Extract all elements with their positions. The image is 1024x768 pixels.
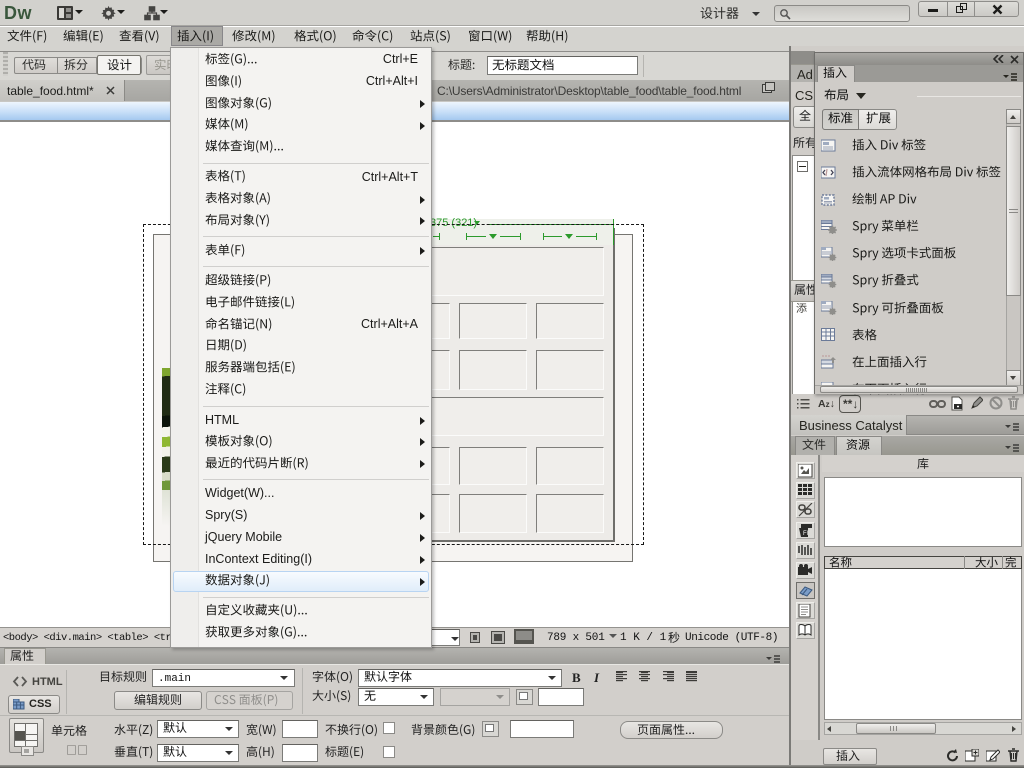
svg-text:Fl: Fl (803, 531, 808, 537)
